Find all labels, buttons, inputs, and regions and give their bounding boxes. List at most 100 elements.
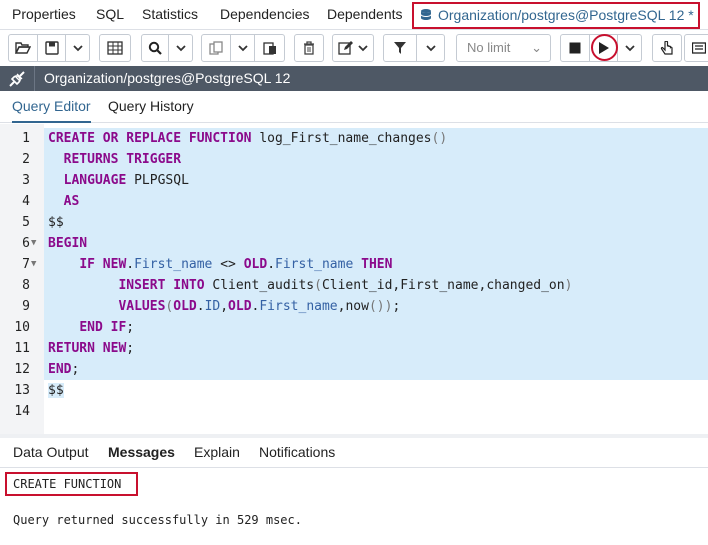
tab-explain[interactable]: Explain: [194, 438, 240, 468]
save-button[interactable]: [38, 34, 66, 62]
filter-icon: [394, 42, 406, 54]
function-name: log_First_name_changes: [251, 131, 432, 146]
chevron-down-icon: [175, 45, 186, 52]
tab-query-editor[interactable]: Query Editor: [12, 91, 91, 123]
search-icon: [148, 41, 162, 55]
code-text[interactable]: LANGUAGE PLPGSQL: [44, 170, 708, 191]
execute-dropdown-button[interactable]: [618, 34, 642, 62]
parens: (): [431, 131, 448, 146]
code-text[interactable]: BEGIN: [44, 233, 708, 254]
line-number: 11: [14, 341, 30, 356]
find-button[interactable]: [141, 34, 169, 62]
code-text[interactable]: CREATE OR REPLACE FUNCTION log_First_nam…: [44, 128, 708, 149]
line-number: 7: [22, 257, 30, 272]
line-number: 2: [22, 152, 30, 167]
line-number: 10: [14, 320, 30, 335]
find-dropdown-button[interactable]: [169, 34, 193, 62]
code-text[interactable]: VALUES(OLD.ID,OLD.First_name,now());: [44, 296, 708, 317]
copy-button[interactable]: [201, 34, 231, 62]
code-line: 9 VALUES(OLD.ID,OLD.First_name,now());: [0, 296, 708, 317]
connection-label[interactable]: Organization/postgres@PostgreSQL 12: [44, 66, 290, 91]
code-text[interactable]: [44, 401, 708, 422]
code-text[interactable]: RETURNS TRIGGER: [44, 149, 708, 170]
row-limit-value: No limit: [467, 40, 511, 55]
keyword: OLD: [173, 299, 197, 314]
row-limit-select[interactable]: No limit ⌄: [456, 34, 551, 62]
keyword: RETURN NEW: [48, 341, 127, 356]
stop-button[interactable]: [560, 34, 590, 62]
tab-dependents[interactable]: Dependents: [327, 0, 403, 30]
keyword: VALUES: [118, 299, 166, 314]
macros-button[interactable]: [684, 34, 708, 62]
fold-arrow-icon[interactable]: ▼: [31, 254, 36, 275]
code-line: 4 AS: [0, 191, 708, 212]
tab-statistics[interactable]: Statistics: [142, 0, 198, 30]
code-line: 7 ▼ IF NEW.First_name <> OLD.First_name …: [0, 254, 708, 275]
tab-properties[interactable]: Properties: [12, 0, 76, 30]
edit-data-button[interactable]: [99, 34, 131, 62]
keyword: END: [48, 362, 72, 377]
filter-dropdown-button[interactable]: [417, 34, 445, 62]
chevron-down-icon: [72, 45, 83, 52]
table-grid-icon: [107, 41, 123, 55]
tab-sql[interactable]: SQL: [96, 0, 124, 30]
column-list: Client_id,First_name,changed_on: [321, 278, 565, 293]
code-text[interactable]: INSERT INTO Client_audits(Client_id,Firs…: [44, 275, 708, 296]
sql-editor[interactable]: 1 CREATE OR REPLACE FUNCTION log_First_n…: [0, 124, 708, 434]
line-number: 3: [22, 173, 30, 188]
tab-data-output[interactable]: Data Output: [13, 438, 89, 468]
code-line: 12 END;: [0, 359, 708, 380]
code-text[interactable]: $$: [44, 212, 708, 233]
tab-notifications[interactable]: Notifications: [259, 438, 335, 468]
code-text[interactable]: AS: [44, 191, 708, 212]
chevron-down-icon: [358, 45, 368, 52]
filter-button[interactable]: [383, 34, 417, 62]
copy-dropdown-button[interactable]: [231, 34, 255, 62]
plug-connected-icon: [9, 71, 25, 87]
connection-bar: Organization/postgres@PostgreSQL 12: [0, 66, 708, 91]
select-mode-button[interactable]: [652, 34, 682, 62]
message-status: CREATE FUNCTION: [5, 472, 138, 496]
column-ref: First_name: [134, 257, 213, 272]
code-line: 13 $$: [0, 380, 708, 401]
column-ref: First_name: [259, 299, 338, 314]
code-line: 5 $$: [0, 212, 708, 233]
tab-dependencies[interactable]: Dependencies: [220, 0, 310, 30]
keyword: END IF: [79, 320, 127, 335]
edit-menu-button[interactable]: [332, 34, 374, 62]
code-text[interactable]: RETURN NEW;: [44, 338, 708, 359]
code-text[interactable]: IF NEW.First_name <> OLD.First_name THEN: [44, 254, 708, 275]
line-number: 1: [22, 131, 30, 146]
code-line: 2 RETURNS TRIGGER: [0, 149, 708, 170]
line-number: 9: [22, 299, 30, 314]
column-ref: First_name: [275, 257, 354, 272]
line-number: 14: [14, 404, 30, 419]
code-line: 8 INSERT INTO Client_audits(Client_id,Fi…: [0, 275, 708, 296]
code-line: 10 END IF;: [0, 317, 708, 338]
panel-tabs: Properties SQL Statistics Dependencies D…: [0, 0, 708, 30]
delete-button[interactable]: [294, 34, 324, 62]
fold-arrow-icon[interactable]: ▼: [31, 233, 36, 254]
keyword: CREATE OR REPLACE FUNCTION: [48, 131, 252, 146]
open-file-button[interactable]: [8, 34, 38, 62]
save-dropdown-button[interactable]: [66, 34, 90, 62]
tab-messages[interactable]: Messages: [108, 438, 175, 468]
tab-query-tool[interactable]: Organization/postgres@PostgreSQL 12 *: [412, 2, 700, 29]
line-number: 13: [14, 383, 30, 398]
code-text[interactable]: END IF;: [44, 317, 708, 338]
code-line: 14: [0, 401, 708, 422]
database-icon: [420, 9, 432, 20]
paste-icon: [262, 42, 276, 55]
dollar-quote: $$: [48, 215, 64, 230]
result-tabs: Data Output Messages Explain Notificatio…: [0, 438, 708, 468]
tab-query-tool-label: Organization/postgres@PostgreSQL 12 *: [438, 7, 694, 23]
code-text[interactable]: END;: [44, 359, 708, 380]
keyword: OLD: [228, 299, 252, 314]
paste-button[interactable]: [255, 34, 285, 62]
tab-query-history[interactable]: Query History: [108, 91, 194, 123]
pencil-square-icon: [338, 41, 353, 55]
keyword: IF NEW: [79, 257, 127, 272]
chevron-down-icon: ⌄: [531, 40, 542, 55]
trash-icon: [304, 41, 314, 55]
code-text[interactable]: $$: [44, 380, 708, 401]
